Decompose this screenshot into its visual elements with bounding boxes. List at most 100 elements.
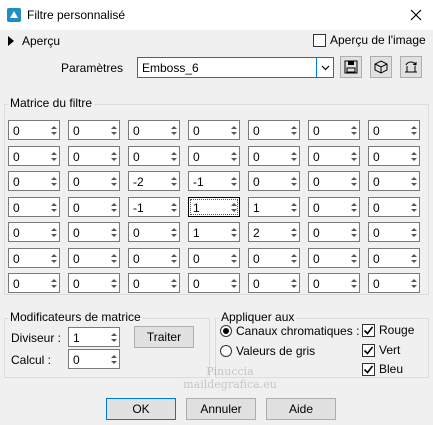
spin-arrows-icon[interactable] bbox=[168, 172, 179, 190]
matrix-cell[interactable]: 0 bbox=[8, 171, 60, 191]
preview-toggle[interactable]: Aperçu bbox=[8, 33, 60, 49]
spin-arrows-icon[interactable] bbox=[408, 147, 419, 165]
spin-arrows-icon[interactable] bbox=[408, 223, 419, 241]
matrix-cell[interactable]: 0 bbox=[68, 146, 120, 166]
matrix-cell[interactable]: 0 bbox=[8, 146, 60, 166]
spin-arrows-icon[interactable] bbox=[48, 223, 59, 241]
matrix-cell[interactable]: -2 bbox=[128, 171, 180, 191]
green-checkbox[interactable] bbox=[362, 343, 375, 357]
matrix-cell[interactable]: 0 bbox=[188, 248, 240, 268]
spin-arrows-icon[interactable] bbox=[108, 147, 119, 165]
spin-arrows-icon[interactable] bbox=[288, 172, 299, 190]
spin-arrows-icon[interactable] bbox=[48, 121, 59, 139]
spin-arrows-icon[interactable] bbox=[48, 249, 59, 267]
spin-arrows-icon[interactable] bbox=[348, 274, 359, 292]
matrix-cell[interactable]: 0 bbox=[128, 248, 180, 268]
matrix-cell[interactable]: 0 bbox=[308, 120, 360, 140]
matrix-cell[interactable]: 1 bbox=[188, 197, 240, 217]
spin-arrows-icon[interactable] bbox=[168, 121, 179, 139]
matrix-cell[interactable]: 0 bbox=[368, 171, 420, 191]
matrix-cell[interactable]: 0 bbox=[248, 273, 300, 293]
matrix-cell[interactable]: 0 bbox=[128, 146, 180, 166]
matrix-cell[interactable]: 0 bbox=[188, 146, 240, 166]
dropdown-button[interactable] bbox=[316, 58, 333, 77]
spin-arrows-icon[interactable] bbox=[348, 172, 359, 190]
matrix-cell[interactable]: 0 bbox=[128, 222, 180, 242]
help-button[interactable]: Aide bbox=[266, 398, 336, 420]
matrix-cell[interactable]: 0 bbox=[308, 146, 360, 166]
save-preset-button[interactable] bbox=[340, 56, 362, 78]
spin-arrows-icon[interactable] bbox=[228, 249, 239, 267]
spin-arrows-icon[interactable] bbox=[228, 147, 239, 165]
preset-select[interactable]: Emboss_6 bbox=[137, 57, 334, 78]
spin-arrows-icon[interactable] bbox=[408, 172, 419, 190]
matrix-cell[interactable]: 0 bbox=[128, 120, 180, 140]
matrix-cell[interactable]: 0 bbox=[248, 248, 300, 268]
matrix-cell[interactable]: 0 bbox=[308, 273, 360, 293]
spin-arrows-icon[interactable] bbox=[288, 249, 299, 267]
spin-arrows-icon[interactable] bbox=[228, 223, 239, 241]
spin-arrows-icon[interactable] bbox=[168, 223, 179, 241]
process-button[interactable]: Traiter bbox=[134, 326, 194, 348]
channels-radio[interactable] bbox=[220, 325, 232, 337]
spin-arrows-icon[interactable] bbox=[228, 274, 239, 292]
matrix-cell[interactable]: 0 bbox=[248, 146, 300, 166]
green-option[interactable]: Vert bbox=[362, 343, 400, 357]
spin-arrows-icon[interactable] bbox=[288, 223, 299, 241]
matrix-cell[interactable]: 0 bbox=[68, 120, 120, 140]
matrix-cell[interactable]: 0 bbox=[368, 222, 420, 242]
matrix-cell[interactable]: 0 bbox=[8, 120, 60, 140]
matrix-cell[interactable]: 1 bbox=[248, 197, 300, 217]
spin-arrows-icon[interactable] bbox=[288, 198, 299, 216]
ok-button[interactable]: OK bbox=[106, 398, 176, 420]
spin-arrows-icon[interactable] bbox=[228, 198, 239, 216]
spin-arrows-icon[interactable] bbox=[408, 121, 419, 139]
spin-arrows-icon[interactable] bbox=[348, 223, 359, 241]
channels-option[interactable]: Canaux chromatiques : bbox=[220, 324, 359, 338]
divisor-stepper[interactable]: 1 bbox=[68, 327, 120, 347]
matrix-cell[interactable]: 0 bbox=[68, 197, 120, 217]
matrix-cell[interactable]: 0 bbox=[68, 222, 120, 242]
matrix-cell[interactable]: 0 bbox=[308, 222, 360, 242]
matrix-cell[interactable]: 0 bbox=[248, 171, 300, 191]
image-preview-checkbox[interactable] bbox=[313, 33, 326, 47]
spin-arrows-icon[interactable] bbox=[228, 121, 239, 139]
spin-arrows-icon[interactable] bbox=[288, 121, 299, 139]
cancel-button[interactable]: Annuler bbox=[186, 398, 256, 420]
red-option[interactable]: Rouge bbox=[362, 323, 414, 337]
matrix-cell[interactable]: 0 bbox=[128, 273, 180, 293]
blue-option[interactable]: Bleu bbox=[362, 362, 403, 376]
grayscale-radio[interactable] bbox=[220, 345, 232, 357]
matrix-cell[interactable]: 0 bbox=[8, 222, 60, 242]
matrix-cell[interactable]: 0 bbox=[8, 248, 60, 268]
spin-arrows-icon[interactable] bbox=[48, 274, 59, 292]
matrix-cell[interactable]: 0 bbox=[368, 273, 420, 293]
matrix-cell[interactable]: 0 bbox=[8, 197, 60, 217]
spin-arrows-icon[interactable] bbox=[168, 198, 179, 216]
spin-arrows-icon[interactable] bbox=[108, 328, 119, 346]
matrix-cell[interactable]: 0 bbox=[188, 273, 240, 293]
close-button[interactable] bbox=[403, 4, 429, 26]
spin-arrows-icon[interactable] bbox=[108, 274, 119, 292]
spin-arrows-icon[interactable] bbox=[168, 274, 179, 292]
image-preview-option[interactable]: Aperçu de l'image bbox=[313, 33, 426, 47]
matrix-cell[interactable]: 0 bbox=[368, 120, 420, 140]
spin-arrows-icon[interactable] bbox=[48, 198, 59, 216]
matrix-cell[interactable]: 0 bbox=[308, 248, 360, 268]
matrix-cell[interactable]: 0 bbox=[68, 248, 120, 268]
spin-arrows-icon[interactable] bbox=[108, 121, 119, 139]
blue-checkbox[interactable] bbox=[362, 362, 375, 376]
matrix-cell[interactable]: 0 bbox=[68, 273, 120, 293]
spin-arrows-icon[interactable] bbox=[168, 249, 179, 267]
matrix-cell[interactable]: 0 bbox=[308, 171, 360, 191]
spin-arrows-icon[interactable] bbox=[168, 147, 179, 165]
matrix-cell[interactable]: 0 bbox=[368, 248, 420, 268]
spin-arrows-icon[interactable] bbox=[228, 172, 239, 190]
spin-arrows-icon[interactable] bbox=[108, 249, 119, 267]
spin-arrows-icon[interactable] bbox=[408, 274, 419, 292]
spin-arrows-icon[interactable] bbox=[408, 249, 419, 267]
red-checkbox[interactable] bbox=[362, 323, 375, 337]
spin-arrows-icon[interactable] bbox=[408, 198, 419, 216]
matrix-cell[interactable]: 1 bbox=[188, 222, 240, 242]
spin-arrows-icon[interactable] bbox=[108, 350, 119, 368]
